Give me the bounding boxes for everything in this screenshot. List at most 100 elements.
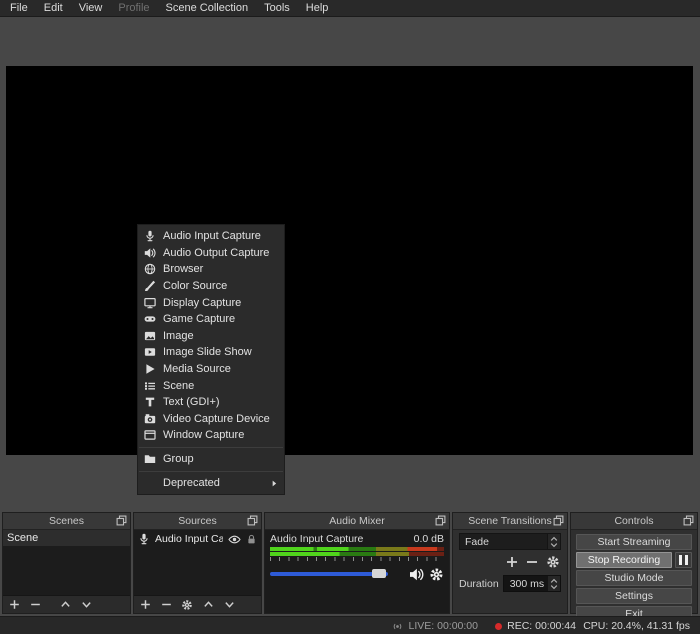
menu-tools[interactable]: Tools [256,1,298,15]
window-icon [143,429,156,442]
menu-item-audio-output-capture[interactable]: Audio Output Capture [138,245,284,262]
add-transition-button[interactable] [506,556,518,568]
move-source-down-button[interactable] [223,599,235,611]
menu-item-image-slide-show[interactable]: Image Slide Show [138,344,284,361]
menu-item-display-capture[interactable]: Display Capture [138,294,284,311]
live-status: LIVE: 00:00:00 [391,617,478,634]
mixer-source-name: Audio Input Capture [270,533,363,546]
paintbrush-icon [143,280,156,293]
menu-item-video-capture-device[interactable]: Video Capture Device [138,411,284,428]
move-scene-down-button[interactable] [80,599,92,611]
mute-speaker-icon[interactable] [409,567,424,582]
remove-transition-button[interactable] [526,556,538,568]
menu-item-media-source[interactable]: Media Source [138,361,284,378]
menu-profile[interactable]: Profile [110,1,157,15]
popout-icon[interactable] [683,515,694,526]
rec-time: REC: 00:00:44 [507,620,576,632]
studio-mode-button[interactable]: Studio Mode [576,570,692,586]
menu-item-label: Image Slide Show [163,346,277,358]
controls-panel-title: Controls [614,515,653,527]
camera-icon [143,412,156,425]
sources-list: Audio Input Capture [134,530,261,596]
controls-panel: Controls Start Streaming Stop Recording … [570,512,698,614]
menu-view[interactable]: View [71,1,111,15]
slideshow-icon [143,346,156,359]
transition-select[interactable]: Fade [459,533,561,550]
popout-icon[interactable] [435,515,446,526]
sources-panel-title: Sources [178,515,217,527]
submenu-arrow-icon [272,480,277,487]
rec-status: REC: 00:00:44 [495,617,576,634]
volume-slider[interactable] [270,566,404,582]
audio-mixer-panel-title: Audio Mixer [329,515,384,527]
menu-separator [139,447,283,448]
scene-transitions-panel-header[interactable]: Scene Transitions [453,513,567,530]
meter-tick-scale [270,557,444,561]
audio-mixer-panel-header[interactable]: Audio Mixer [265,513,449,530]
scene-list-item[interactable]: Scene [3,530,130,546]
move-source-up-button[interactable] [202,599,214,611]
remove-scene-button[interactable] [29,599,41,611]
transition-properties-gear-icon[interactable] [546,555,560,569]
menu-edit[interactable]: Edit [36,1,71,15]
remove-source-button[interactable] [160,599,172,611]
volume-slider-handle[interactable] [372,569,386,578]
menu-separator [139,471,283,472]
menu-item-text-gdi[interactable]: Text (GDI+) [138,394,284,411]
menu-item-label: Video Capture Device [163,413,277,425]
cpu-status: CPU: 20.4%, 41.31 fps [583,617,690,634]
start-streaming-button[interactable]: Start Streaming [576,534,692,550]
move-scene-up-button[interactable] [59,599,71,611]
sources-panel: Sources Audio Input Capture [133,512,262,614]
menu-item-label: Display Capture [163,297,277,309]
controls-panel-header[interactable]: Controls [571,513,697,530]
settings-button[interactable]: Settings [576,588,692,604]
stop-recording-button[interactable]: Stop Recording [576,552,672,568]
scene-name: Scene [7,532,38,544]
menu-item-label: Group [163,453,277,465]
scenes-panel-header[interactable]: Scenes [3,513,130,530]
menu-item-label: Media Source [163,363,277,375]
menu-scene-collection[interactable]: Scene Collection [158,1,257,15]
popout-icon[interactable] [247,515,258,526]
menu-bar: File Edit View Profile Scene Collection … [0,0,700,17]
pause-recording-button[interactable] [675,552,692,568]
gamepad-icon [143,313,156,326]
popout-icon[interactable] [553,515,564,526]
pause-icon [685,555,688,565]
menu-item-scene[interactable]: Scene [138,377,284,394]
menu-item-audio-input-capture[interactable]: Audio Input Capture [138,228,284,245]
obs-main-window: File Edit View Profile Scene Collection … [0,0,700,634]
volume-meter-top [270,547,444,551]
menu-item-window-capture[interactable]: Window Capture [138,427,284,444]
spinbox-spinner-icon[interactable] [547,576,560,591]
visibility-eye-icon[interactable] [228,533,241,546]
preview-canvas[interactable] [6,66,693,455]
menu-item-label: Image [163,330,277,342]
duration-spinbox[interactable]: 300 ms [503,575,561,592]
scenes-panel: Scenes Scene [2,512,131,614]
menu-help[interactable]: Help [298,1,337,15]
status-bar: LIVE: 00:00:00 REC: 00:00:44 CPU: 20.4%,… [0,616,700,634]
menu-item-game-capture[interactable]: Game Capture [138,311,284,328]
menu-item-deprecated[interactable]: Deprecated [138,475,284,492]
menu-item-color-source[interactable]: Color Source [138,278,284,295]
menu-item-label: Browser [163,263,277,275]
menu-item-image[interactable]: Image [138,328,284,345]
menu-item-group[interactable]: Group [138,451,284,468]
source-properties-gear-icon[interactable] [181,599,193,611]
menu-item-browser[interactable]: Browser [138,261,284,278]
add-scene-button[interactable] [8,599,20,611]
popout-icon[interactable] [116,515,127,526]
folder-icon [143,453,156,466]
source-list-item[interactable]: Audio Input Capture [134,530,261,548]
scenes-list: Scene [3,530,130,596]
combo-spinner-icon[interactable] [547,534,560,549]
sources-panel-header[interactable]: Sources [134,513,261,530]
menu-file[interactable]: File [2,1,36,15]
monitor-icon [143,296,156,309]
mixer-gear-icon[interactable] [429,567,444,582]
add-source-button[interactable] [139,599,151,611]
lock-icon[interactable] [246,534,257,545]
menu-item-label: Game Capture [163,313,277,325]
